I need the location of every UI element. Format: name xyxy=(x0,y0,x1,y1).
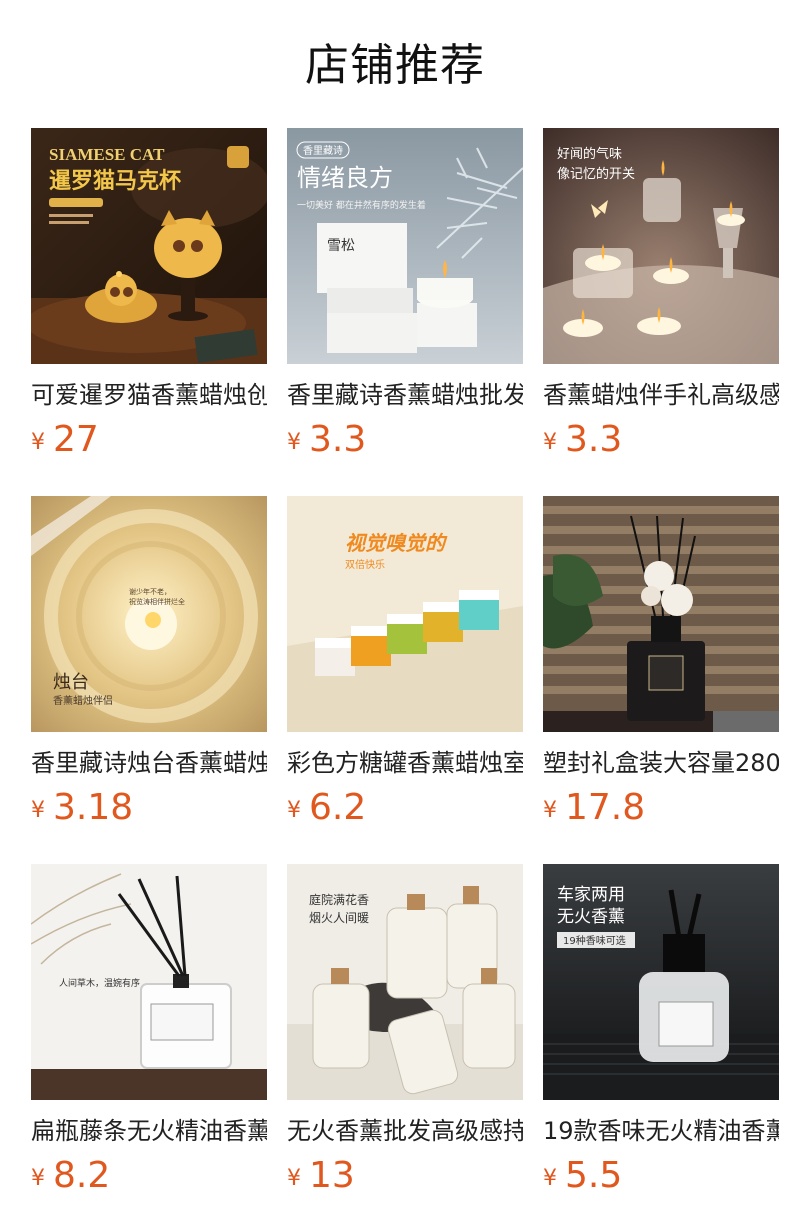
image-caption: 无火香薰 xyxy=(557,907,625,927)
image-caption: 好闻的气味 xyxy=(557,146,622,162)
image-caption: 19种香味可选 xyxy=(563,934,626,947)
product-name[interactable]: 香里藏诗香薰蜡烛批发家用室内持久 xyxy=(287,378,523,412)
product-name[interactable]: 彩色方糖罐香薰蜡烛室内持久留香 xyxy=(287,746,523,780)
price-value: 8.2 xyxy=(53,1155,111,1196)
price-value: 3.18 xyxy=(53,787,134,828)
product-price: ¥27 xyxy=(31,420,99,460)
product-image[interactable]: 谢少年不老， 祝览涛相伴拼烂全 烛台 香薰蜡烛伴侣 xyxy=(31,496,267,732)
product-image[interactable]: 庭院满花香 烟火人间暖 xyxy=(287,864,523,1100)
image-caption: 烛台 xyxy=(53,672,89,693)
image-caption: 烟火人间暖 xyxy=(309,911,369,925)
product-card[interactable]: 塑封礼盒装大容量280ml无火香薰 ¥17.8 xyxy=(543,496,779,836)
image-caption: 香里藏诗 xyxy=(303,144,343,157)
tealight-box-image: 香里藏诗 情绪良方 一切美好 都在井然有序的发生着 雪松 xyxy=(287,128,523,364)
tin-candle-image: 视觉嗅觉的 双倍快乐 xyxy=(287,496,523,732)
page-title: 店铺推荐 xyxy=(305,40,485,91)
image-caption: 车家两用 xyxy=(557,885,625,905)
candle-holder-image: 谢少年不老， 祝览涛相伴拼烂全 烛台 香薰蜡烛伴侣 xyxy=(31,496,267,732)
car-diffuser-image: 车家两用 无火香薰 19种香味可选 xyxy=(543,864,779,1100)
svg-text:祝览涛相伴拼烂全: 祝览涛相伴拼烂全 xyxy=(129,597,185,606)
glass-candle-image: 好闻的气味 像记忆的开关 xyxy=(543,128,779,364)
price-value: 17.8 xyxy=(565,787,646,828)
price-value: 27 xyxy=(53,419,99,460)
flat-bottle-diffuser-image: 人间草木，温婉有序 xyxy=(31,864,267,1100)
product-image[interactable]: 香里藏诗 情绪良方 一切美好 都在井然有序的发生着 雪松 xyxy=(287,128,523,364)
product-name[interactable]: 香里藏诗烛台香薰蜡烛伴侣玻璃杯 xyxy=(31,746,267,780)
image-caption: SIAMESE CAT xyxy=(49,145,165,164)
product-price: ¥5.5 xyxy=(543,1156,622,1196)
image-caption: 暹罗猫马克杯 xyxy=(49,168,181,194)
image-caption: 庭院满花香 xyxy=(309,892,369,907)
product-name[interactable]: 香薰蜡烛伴手礼高级感小众送礼 xyxy=(543,378,779,412)
image-caption: 雪松 xyxy=(327,238,355,254)
product-price: ¥8.2 xyxy=(31,1156,110,1196)
image-caption: 情绪良方 xyxy=(297,164,393,192)
image-caption: 视觉嗅觉的 xyxy=(345,531,448,555)
currency-symbol: ¥ xyxy=(287,430,301,455)
currency-symbol: ¥ xyxy=(287,798,301,823)
product-image[interactable]: 人间草木，温婉有序 xyxy=(31,864,267,1100)
cat-candle-image: SIAMESE CAT 暹罗猫马克杯 xyxy=(31,128,267,364)
product-card[interactable]: 好闻的气味 像记忆的开关 香薰蜡烛伴手礼高级感小众送礼 ¥3.3 xyxy=(543,128,779,468)
product-card[interactable]: 谢少年不老， 祝览涛相伴拼烂全 烛台 香薰蜡烛伴侣 香里藏诗烛台香薰蜡烛伴侣玻璃… xyxy=(31,496,267,836)
image-caption: 香薰蜡烛伴侣 xyxy=(53,694,113,707)
price-value: 5.5 xyxy=(565,1155,623,1196)
product-name[interactable]: 塑封礼盒装大容量280ml无火香薰 xyxy=(543,746,779,780)
product-price: ¥3.3 xyxy=(543,420,622,460)
product-image[interactable]: 车家两用 无火香薰 19种香味可选 xyxy=(543,864,779,1100)
product-price: ¥13 xyxy=(287,1156,355,1196)
product-name[interactable]: 扁瓶藤条无火精油香薰家用室内 xyxy=(31,1114,267,1148)
price-value: 6.2 xyxy=(309,787,367,828)
product-card[interactable]: SIAMESE CAT 暹罗猫马克杯 可爱暹罗猫香薰蜡烛创意个性装饰家用 ¥27 xyxy=(31,128,267,468)
product-card[interactable]: 香里藏诗 情绪良方 一切美好 都在井然有序的发生着 雪松 香里藏诗香薰蜡烛批发家… xyxy=(287,128,523,468)
image-caption: 像记忆的开关 xyxy=(557,166,635,182)
currency-symbol: ¥ xyxy=(31,1166,45,1191)
product-price: ¥3.18 xyxy=(31,788,133,828)
currency-symbol: ¥ xyxy=(543,798,557,823)
product-name[interactable]: 无火香薰批发高级感持久留香 xyxy=(287,1114,523,1148)
image-caption: 一切美好 都在井然有序的发生着 xyxy=(297,199,426,211)
currency-symbol: ¥ xyxy=(31,430,45,455)
price-value: 3.3 xyxy=(565,419,623,460)
currency-symbol: ¥ xyxy=(31,798,45,823)
reed-diffuser-image xyxy=(543,496,779,732)
product-price: ¥17.8 xyxy=(543,788,645,828)
product-card[interactable]: 车家两用 无火香薰 19种香味可选 19款香味无火精油香薰车家两用 ¥5.5 xyxy=(543,864,779,1204)
product-image[interactable] xyxy=(543,496,779,732)
product-name[interactable]: 19款香味无火精油香薰车家两用 xyxy=(543,1114,779,1148)
product-price: ¥3.3 xyxy=(287,420,366,460)
image-caption: 双倍快乐 xyxy=(345,558,385,571)
price-value: 3.3 xyxy=(309,419,367,460)
svg-text:谢少年不老，: 谢少年不老， xyxy=(129,587,171,596)
currency-symbol: ¥ xyxy=(543,430,557,455)
product-image[interactable]: SIAMESE CAT 暹罗猫马克杯 xyxy=(31,128,267,364)
currency-symbol: ¥ xyxy=(543,1166,557,1191)
product-image[interactable]: 好闻的气味 像记忆的开关 xyxy=(543,128,779,364)
product-card[interactable]: 视觉嗅觉的 双倍快乐 彩色方糖罐香薰蜡烛室内持久留香 ¥6.2 xyxy=(287,496,523,836)
product-card[interactable]: 人间草木，温婉有序 扁瓶藤条无火精油香薰家用室内 ¥8.2 xyxy=(31,864,267,1204)
product-price: ¥6.2 xyxy=(287,788,366,828)
product-card[interactable]: 庭院满花香 烟火人间暖 无火香薰批发高级感持久留香 ¥13 xyxy=(287,864,523,1204)
image-caption: 人间草木，温婉有序 xyxy=(59,977,140,988)
product-image[interactable]: 视觉嗅觉的 双倍快乐 xyxy=(287,496,523,732)
product-name[interactable]: 可爱暹罗猫香薰蜡烛创意个性装饰家用 xyxy=(31,378,267,412)
price-value: 13 xyxy=(309,1155,355,1196)
bottle-set-image: 庭院满花香 烟火人间暖 xyxy=(287,864,523,1100)
currency-symbol: ¥ xyxy=(287,1166,301,1191)
